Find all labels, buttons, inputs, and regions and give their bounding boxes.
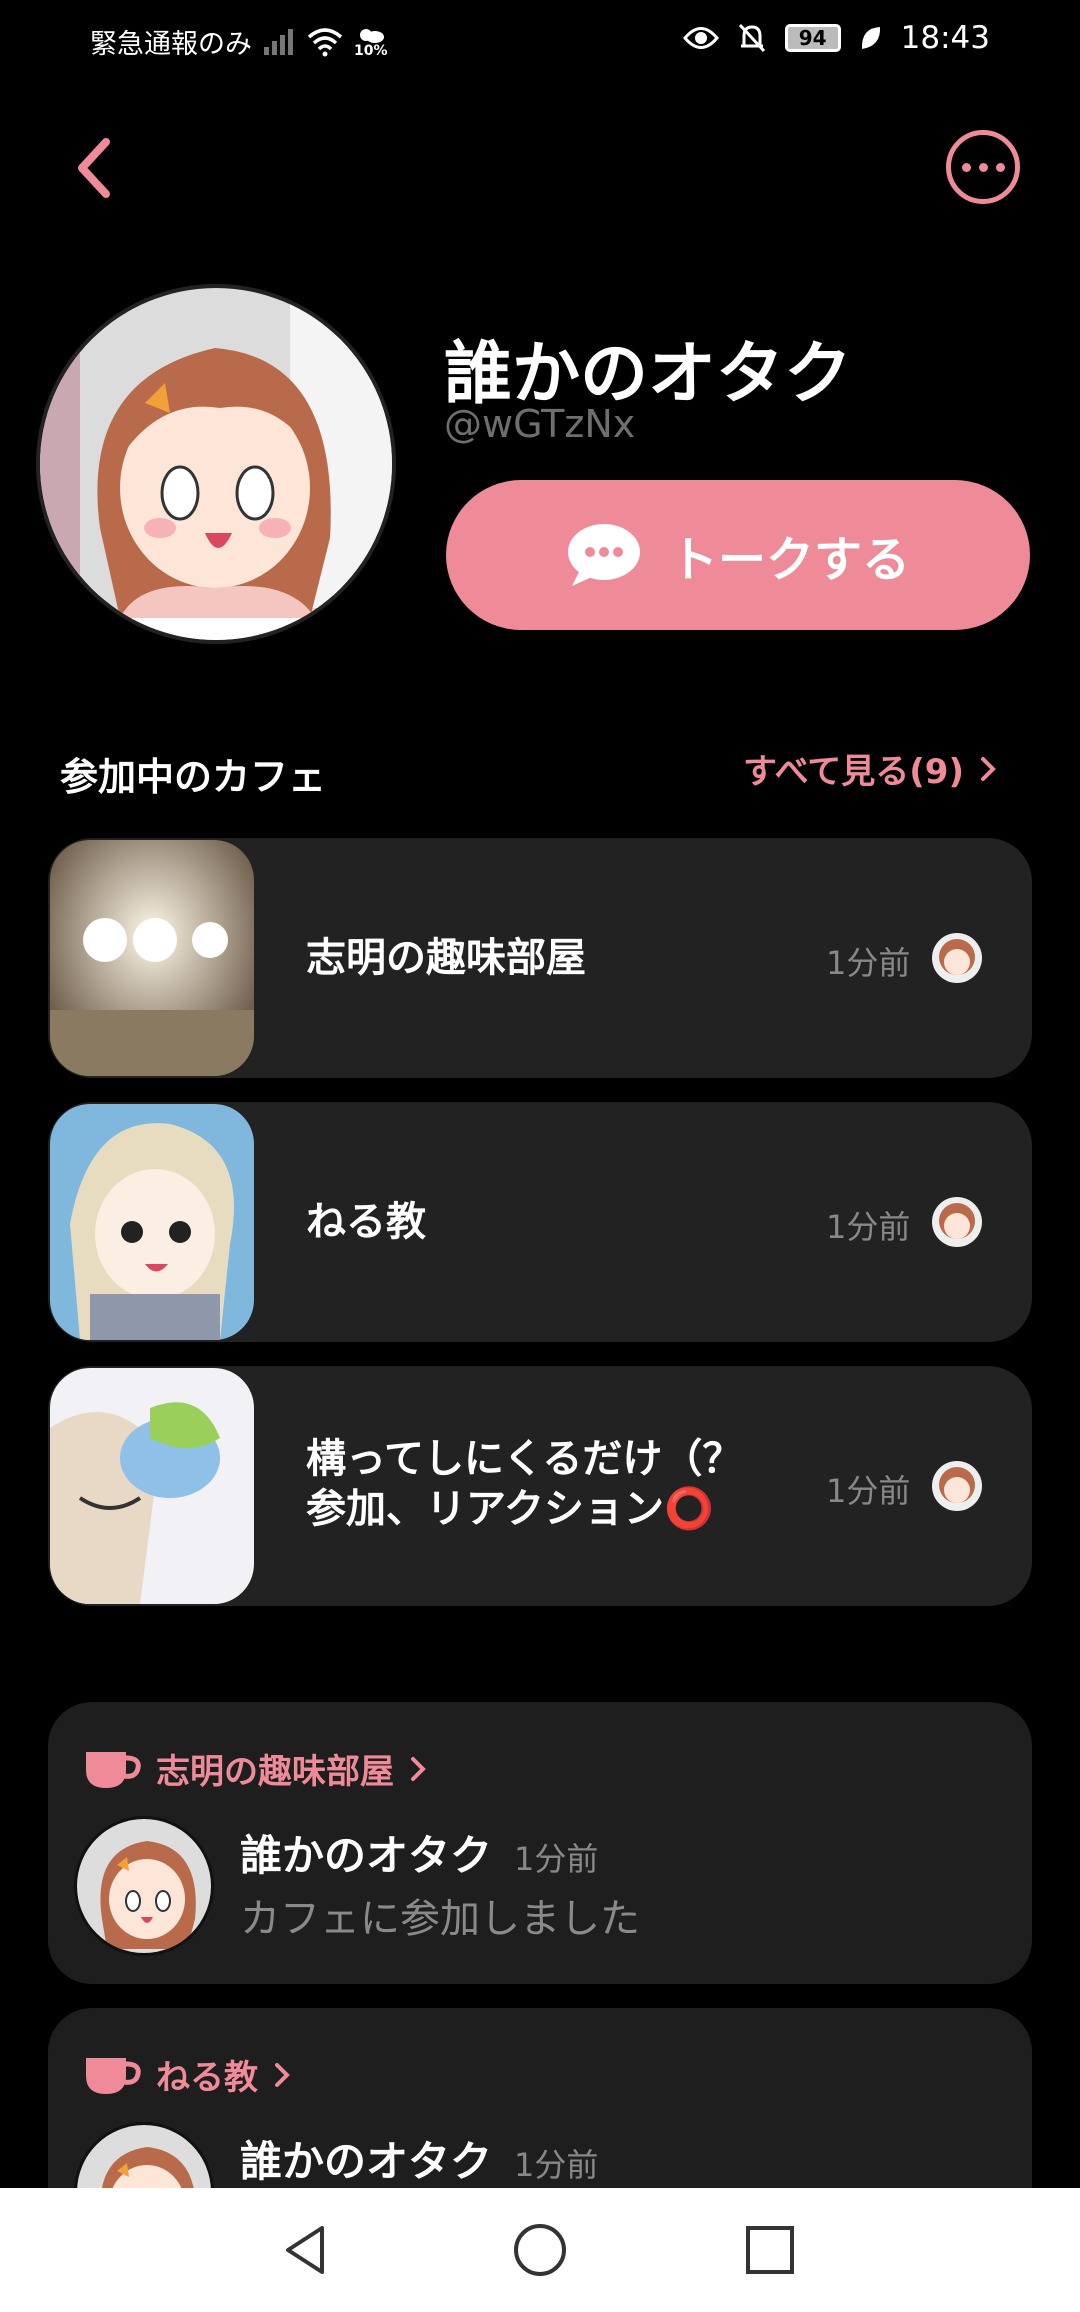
activity-cafe-link[interactable]: 志明の趣味部屋 [82,1744,428,1793]
activity-user-name: 誰かのオタク [240,1831,493,1880]
see-all-link[interactable]: すべて見る(9) [743,744,998,793]
activity-user: 誰かのオタク 1分前 [240,1822,598,1883]
cafe-name: ねる教 [306,1199,426,1245]
activity-time: 1分前 [514,1840,599,1878]
weather-icon [359,28,384,43]
talk-button-label: トークする [669,532,910,588]
chevron-right-icon [275,2062,290,2087]
joined-cafes-title: 参加中のカフェ [60,755,327,799]
status-left: 緊急通報のみ 10% [90,22,388,61]
avatar-illustration [40,288,392,640]
nav-back-icon [286,2226,324,2274]
wifi-icon [307,27,343,56]
nav-home-button[interactable] [508,2218,572,2282]
profile-handle: @wGTzNx [444,402,636,446]
leaf-icon [861,27,880,49]
member-avatar [932,1461,982,1511]
weather-percent: 10% [354,42,388,59]
nav-back-button[interactable] [276,2218,340,2282]
bell-off-icon [738,23,765,53]
cafe-thumbnail [50,840,254,1076]
clock: 18:43 [900,20,990,56]
chevron-right-icon [411,1756,426,1781]
cafe-thumbnail [50,1368,254,1604]
member-avatar [932,933,982,983]
nav-recents-icon [746,2226,794,2274]
activity-cafe-name: 志明の趣味部屋 [156,1752,394,1792]
activity-avatar[interactable] [74,1816,214,1956]
chat-bubble-icon [567,524,640,586]
chevron-right-icon [981,756,996,781]
signal-icon [264,28,293,55]
cafe-name: 志明の趣味部屋 [306,935,586,981]
activity-cafe-name: ねる教 [156,2058,258,2098]
activity-cafe-link[interactable]: ねる教 [82,2050,292,2099]
cup-icon [86,1751,141,1788]
battery-indicator: 94 [784,24,841,52]
nav-home-icon [514,2224,566,2276]
cafe-name: 構ってしにくるだけ（？ 参加、リアクション⭕ [306,1436,743,1532]
system-nav-bar [0,2188,1080,2312]
cafe-card[interactable]: 志明の趣味部屋 1分前 [48,838,1032,1078]
cafe-thumbnail [50,1104,254,1340]
activity-user-name: 誰かのオタク [240,2137,493,2186]
back-icon [78,138,110,198]
activity-text: カフェに参加しました [240,1896,640,1942]
more-icon-dot [995,162,1005,172]
cafe-time: 1分前 [826,944,911,982]
activity-time: 1分前 [514,2146,599,2184]
more-icon-dot [978,162,988,172]
cafe-time: 1分前 [826,1472,911,1510]
more-options-button[interactable] [946,130,1020,204]
cafe-time: 1分前 [826,1208,911,1246]
see-all-label: すべて見る(9) [743,752,964,792]
profile-avatar[interactable] [36,284,396,644]
cafe-card[interactable]: ねる教 1分前 [48,1102,1032,1342]
eye-icon [682,27,719,49]
cup-icon [86,2057,141,2094]
cafe-card[interactable]: 構ってしにくるだけ（？ 参加、リアクション⭕ 1分前 [48,1366,1032,1606]
talk-button[interactable]: トークする [446,480,1030,630]
activity-card[interactable]: 志明の趣味部屋 誰かのオタク 1分前 カフェに参加しました [48,1702,1032,1984]
back-button[interactable] [62,128,132,208]
nav-recents-button[interactable] [738,2218,802,2282]
more-icon-dot [961,162,971,172]
status-right: 94 18:43 [682,20,990,56]
carrier-text: 緊急通報のみ [90,29,252,60]
status-bar: 緊急通報のみ 10% 94 18:43 [0,0,1080,80]
member-avatar [932,1197,982,1247]
activity-user: 誰かのオタク 1分前 [240,2128,598,2189]
